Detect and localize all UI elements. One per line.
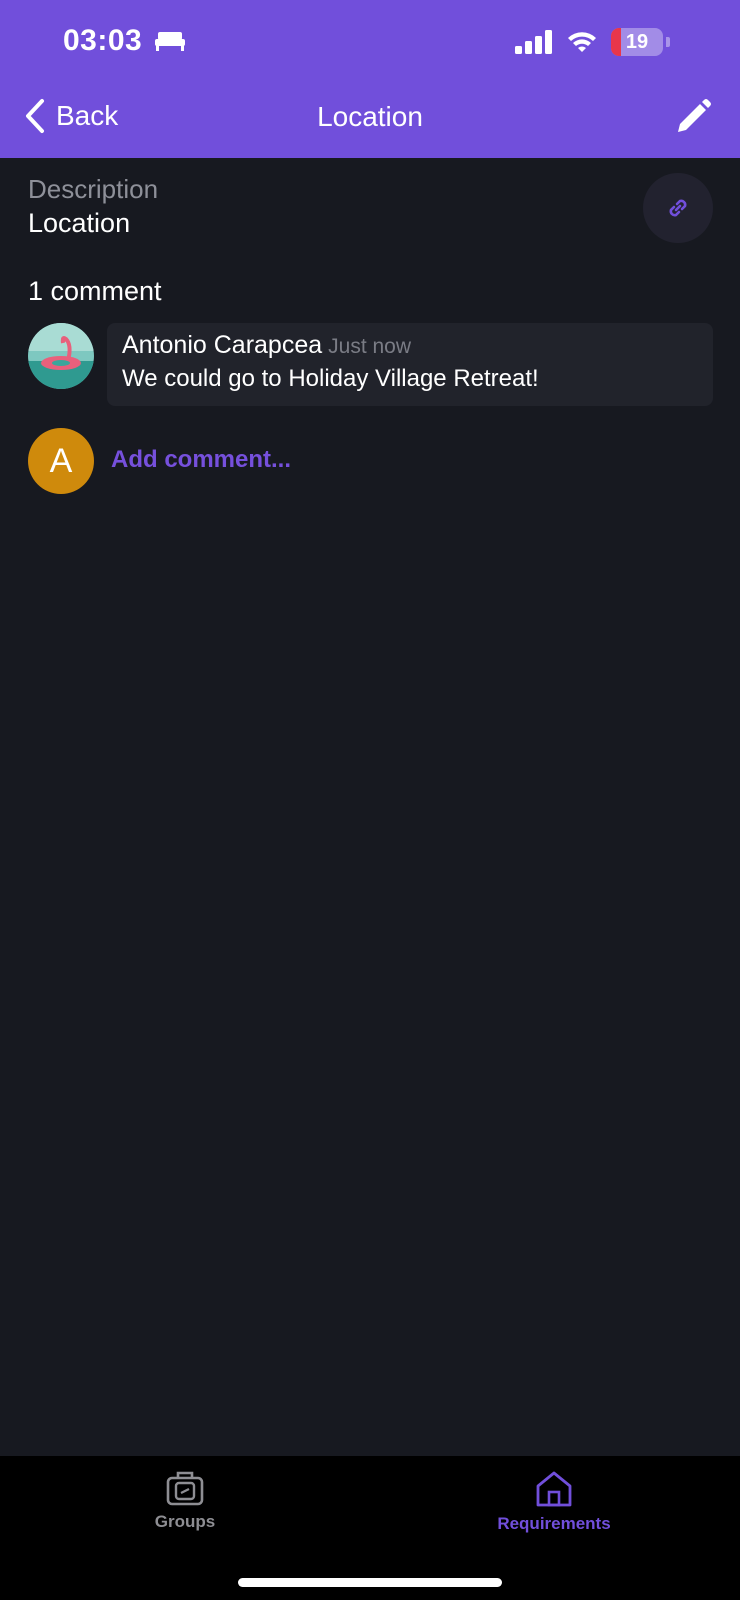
description-value: Location xyxy=(28,208,131,238)
tab-label-groups: Groups xyxy=(154,1512,216,1531)
status-bar-time: 03:03 xyxy=(63,24,186,58)
signal-icon xyxy=(515,30,552,54)
add-comment-button[interactable]: Add comment... xyxy=(111,446,291,474)
pencil-icon xyxy=(678,99,711,132)
battery-indicator: 19 xyxy=(611,28,663,56)
wifi-icon xyxy=(568,32,596,52)
current-user-avatar: A xyxy=(28,428,94,494)
luggage-icon xyxy=(166,1471,204,1506)
description-label: Description xyxy=(28,174,159,204)
home-icon xyxy=(536,1471,572,1507)
flamingo-float-photo xyxy=(28,323,94,389)
commenter-avatar[interactable] xyxy=(28,323,94,389)
comment-bubble: Antonio Carapcea Just now We could go to … xyxy=(107,323,713,406)
tab-label-requirements: Requirements xyxy=(497,1514,611,1533)
comment-text: We could go to Holiday Village Retreat! xyxy=(122,365,539,392)
home-indicator[interactable] xyxy=(238,1578,502,1587)
battery-level: 19 xyxy=(625,30,649,53)
header: 03:03 19 Back Location xyxy=(0,0,740,158)
page-title: Location xyxy=(317,101,423,132)
tab-requirements[interactable]: Requirements xyxy=(454,1470,654,1534)
comment-count: 1 comment xyxy=(28,276,162,306)
time-label: 03:03 xyxy=(63,24,143,57)
comment-author: Antonio Carapcea xyxy=(122,331,323,359)
comment-time: Just now xyxy=(328,335,412,358)
battery-tip xyxy=(666,37,670,47)
comment-header: Antonio Carapcea Just now xyxy=(122,331,411,360)
bed-icon xyxy=(155,32,186,51)
link-icon xyxy=(669,199,687,217)
tab-groups[interactable]: Groups xyxy=(85,1470,285,1532)
copy-link-button[interactable] xyxy=(643,173,713,243)
status-bar-right: 19 xyxy=(515,28,670,56)
edit-button[interactable] xyxy=(674,98,712,141)
